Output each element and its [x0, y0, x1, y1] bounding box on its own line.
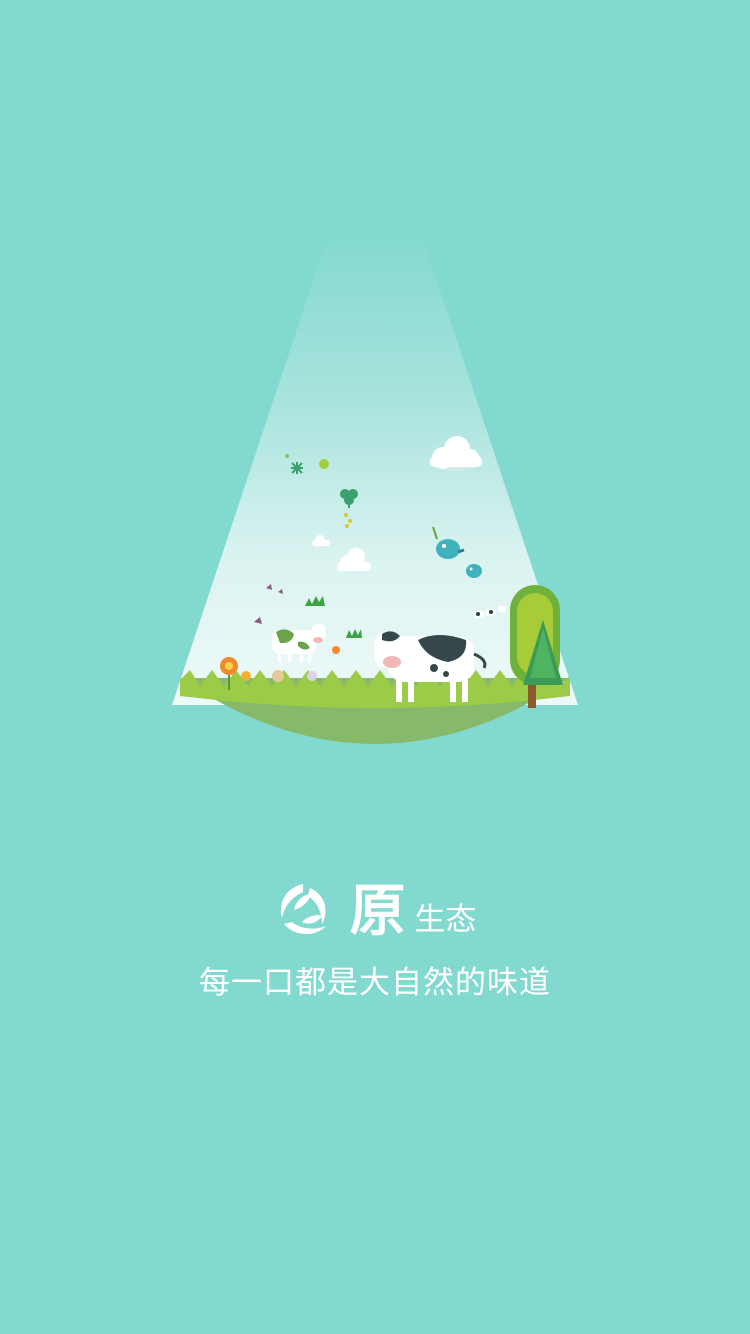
slogan-text: 每一口都是大自然的味道: [199, 965, 551, 1001]
sparkle-icon: [291, 462, 303, 474]
brand-block: 原 生态: [0, 880, 750, 944]
leaf-ring-logo-icon: [280, 884, 326, 935]
flower-sparkle-icon: [319, 459, 329, 469]
brand-title-sub: 生态: [414, 902, 477, 938]
brand-title-main: 原: [349, 879, 407, 944]
splash-screen: 原 生态 每一口都是大自然的味道: [0, 0, 750, 1334]
dot-icon: [285, 454, 289, 458]
pasture-illustration: [172, 230, 578, 744]
bird-small-icon: [466, 564, 482, 578]
